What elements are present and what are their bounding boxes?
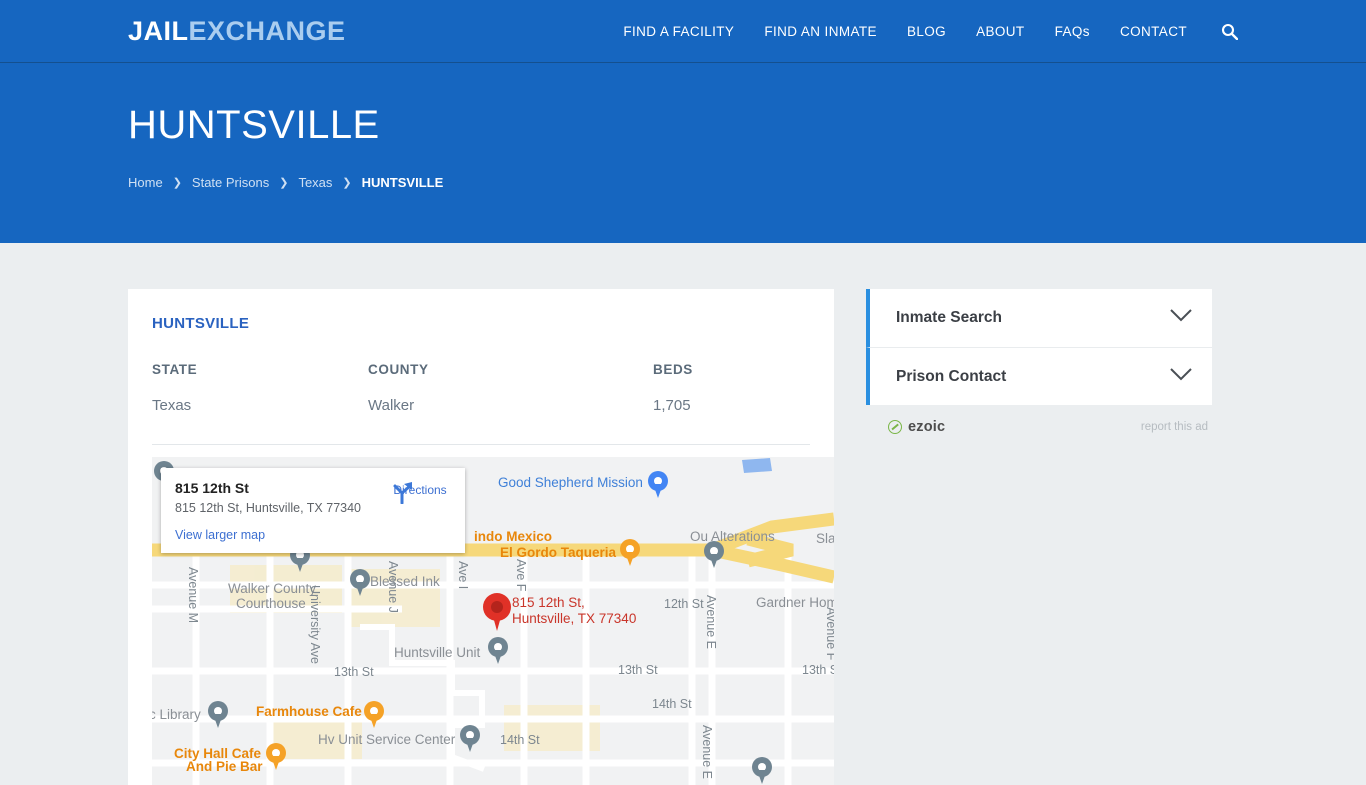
map-street-avenue-e: Avenue E	[700, 725, 714, 779]
report-this-ad-link[interactable]: report this ad	[1141, 421, 1208, 433]
location-map[interactable]: 815 12th St, Huntsville, TX 77340 Good S…	[152, 457, 834, 785]
map-label-hv-unit-service-center: Hv Unit Service Center	[318, 732, 456, 747]
breadcrumb: Home ❯ State Prisons ❯ Texas ❯ HUNTSVILL…	[128, 175, 1238, 190]
map-marker-facility[interactable]	[483, 593, 511, 633]
map-street-13th-st: 13th St	[618, 663, 658, 677]
map-street-avenue-f: Avenue F	[824, 607, 834, 661]
fact-state: STATE Texas	[152, 362, 368, 414]
map-marker-label: 815 12th St, Huntsville, TX 77340	[512, 595, 637, 626]
map-pin-good-shepherd-mission[interactable]	[648, 471, 668, 498]
logo-text-secondary: EXCHANGE	[188, 15, 346, 46]
map-street-13th-st: 13th St	[334, 665, 374, 679]
map-street-ave-i: Ave I	[456, 561, 470, 590]
view-larger-map-link[interactable]: View larger map	[175, 528, 451, 542]
map-label-courthouse: Courthouse	[236, 596, 306, 611]
ezoic-logo[interactable]: ezoic	[888, 419, 945, 435]
map-label-huntsville-unit: Huntsville Unit	[394, 645, 481, 660]
map-label-good-shepherd-mission: Good Shepherd Mission	[498, 475, 643, 490]
map-label-blessed-ink: Blessed Ink	[370, 574, 440, 589]
map-street-12th-st: 12th St	[664, 597, 704, 611]
map-street-avenue-m: Avenue M	[186, 567, 200, 624]
sidebar-item-prison-contact[interactable]: Prison Contact	[866, 347, 1212, 405]
breadcrumb-item-home[interactable]: Home	[128, 175, 163, 190]
nav-item-find-a-facility[interactable]: FIND A FACILITY	[623, 24, 734, 39]
ad-footer: ezoic report this ad	[866, 419, 1212, 435]
chevron-down-icon[interactable]	[1170, 367, 1192, 386]
map-street-avenue-j: Avenue J	[386, 561, 400, 613]
breadcrumb-item-state-prisons[interactable]: State Prisons	[192, 175, 269, 190]
fact-value-county: Walker	[368, 397, 415, 414]
directions-icon	[393, 482, 412, 504]
map-label-ou-alterations: Ou Alterations	[690, 529, 775, 544]
map-pin-hv-unit-service-center[interactable]	[460, 725, 480, 752]
facility-name: HUNTSVILLE	[152, 315, 250, 332]
nav-item-blog[interactable]: BLOG	[907, 24, 946, 39]
fact-county: COUNTY Walker	[368, 362, 653, 414]
nav-item-faqs[interactable]: FAQs	[1055, 24, 1090, 39]
breadcrumb-item-current: HUNTSVILLE	[361, 175, 444, 190]
sidebar-item-inmate-search[interactable]: Inmate Search	[866, 289, 1212, 347]
map-label-sla: Sla	[816, 531, 834, 546]
sidebar-item-label: Inmate Search	[896, 309, 1002, 326]
breadcrumb-separator-icon: ❯	[342, 177, 352, 189]
site-logo[interactable]: JAIL EXCHANGE	[128, 15, 346, 46]
nav-item-about[interactable]: ABOUT	[976, 24, 1025, 39]
site-header: JAIL EXCHANGE FIND A FACILITY FIND AN INM…	[0, 0, 1366, 63]
map-street-14th-st: 14th St	[500, 733, 540, 747]
directions-button[interactable]: Directions	[389, 480, 451, 504]
map-label-indo-mexico: indo Mexico	[474, 529, 553, 544]
fact-value-state: Texas	[152, 397, 192, 414]
map-label-and-pie-bar: And Pie Bar	[186, 759, 263, 774]
ezoic-label: ezoic	[908, 419, 946, 435]
map-pin-generic[interactable]	[752, 757, 772, 784]
map-pin-blessed-ink[interactable]	[350, 569, 370, 596]
fact-value-beds: 1,705	[653, 397, 691, 414]
map-pin-library[interactable]	[208, 701, 228, 728]
page-title: HUNTSVILLE	[128, 103, 380, 147]
fact-label-state: STATE	[152, 362, 198, 377]
map-pin-city-hall-cafe[interactable]	[266, 743, 286, 770]
fact-label-beds: BEDS	[653, 362, 693, 377]
facility-facts: STATE Texas COUNTY Walker BEDS 1,705	[152, 362, 810, 414]
map-label-ic-library: ic Library	[152, 707, 201, 722]
map-pin-el-gordo-taqueria[interactable]	[620, 539, 640, 566]
nav-item-find-an-inmate[interactable]: FIND AN INMATE	[764, 24, 877, 39]
map-pin-farmhouse-cafe[interactable]	[364, 701, 384, 728]
fact-beds: BEDS 1,705	[653, 362, 810, 414]
map-street-14th-st: 14th St	[652, 697, 692, 711]
map-street-ave-f: Ave F	[514, 559, 528, 592]
section-divider	[152, 444, 810, 445]
breadcrumb-separator-icon: ❯	[279, 177, 289, 189]
map-label-el-gordo-taqueria: El Gordo Taqueria	[500, 545, 617, 560]
map-pin-huntsville-unit[interactable]	[488, 637, 508, 664]
map-label-gardner-home: Gardner Hom	[756, 595, 834, 610]
nav-item-contact[interactable]: CONTACT	[1120, 24, 1187, 39]
fact-label-county: COUNTY	[368, 362, 429, 377]
sidebar: Inmate Search Prison Contact ezoic repor…	[866, 289, 1212, 435]
logo-text-primary: JAIL	[128, 15, 189, 46]
page-hero: HUNTSVILLE Home ❯ State Prisons ❯ Texas …	[0, 63, 1366, 243]
main-navigation: FIND A FACILITY FIND AN INMATE BLOG ABOU…	[623, 23, 1238, 40]
map-label-walker-county: Walker County	[228, 581, 317, 596]
map-street-avenue-e: Avenue E	[704, 595, 718, 649]
map-label-farmhouse-cafe: Farmhouse Cafe	[256, 704, 362, 719]
map-street-13th-st: 13th St	[802, 663, 834, 677]
map-info-card: 815 12th St 815 12th St, Huntsville, TX …	[161, 468, 465, 553]
page-body: HUNTSVILLE STATE Texas COUNTY Walker BED…	[0, 243, 1366, 785]
breadcrumb-separator-icon: ❯	[172, 177, 182, 189]
breadcrumb-item-texas[interactable]: Texas	[298, 175, 332, 190]
map-street-university-ave: University Ave	[308, 585, 322, 664]
map-pin-ou-alterations[interactable]	[704, 541, 724, 568]
search-icon[interactable]	[1221, 23, 1238, 40]
sidebar-item-label: Prison Contact	[896, 367, 1007, 385]
chevron-down-icon[interactable]	[1170, 309, 1192, 327]
ezoic-mark-icon	[888, 420, 902, 434]
facility-card: HUNTSVILLE STATE Texas COUNTY Walker BED…	[128, 289, 834, 785]
